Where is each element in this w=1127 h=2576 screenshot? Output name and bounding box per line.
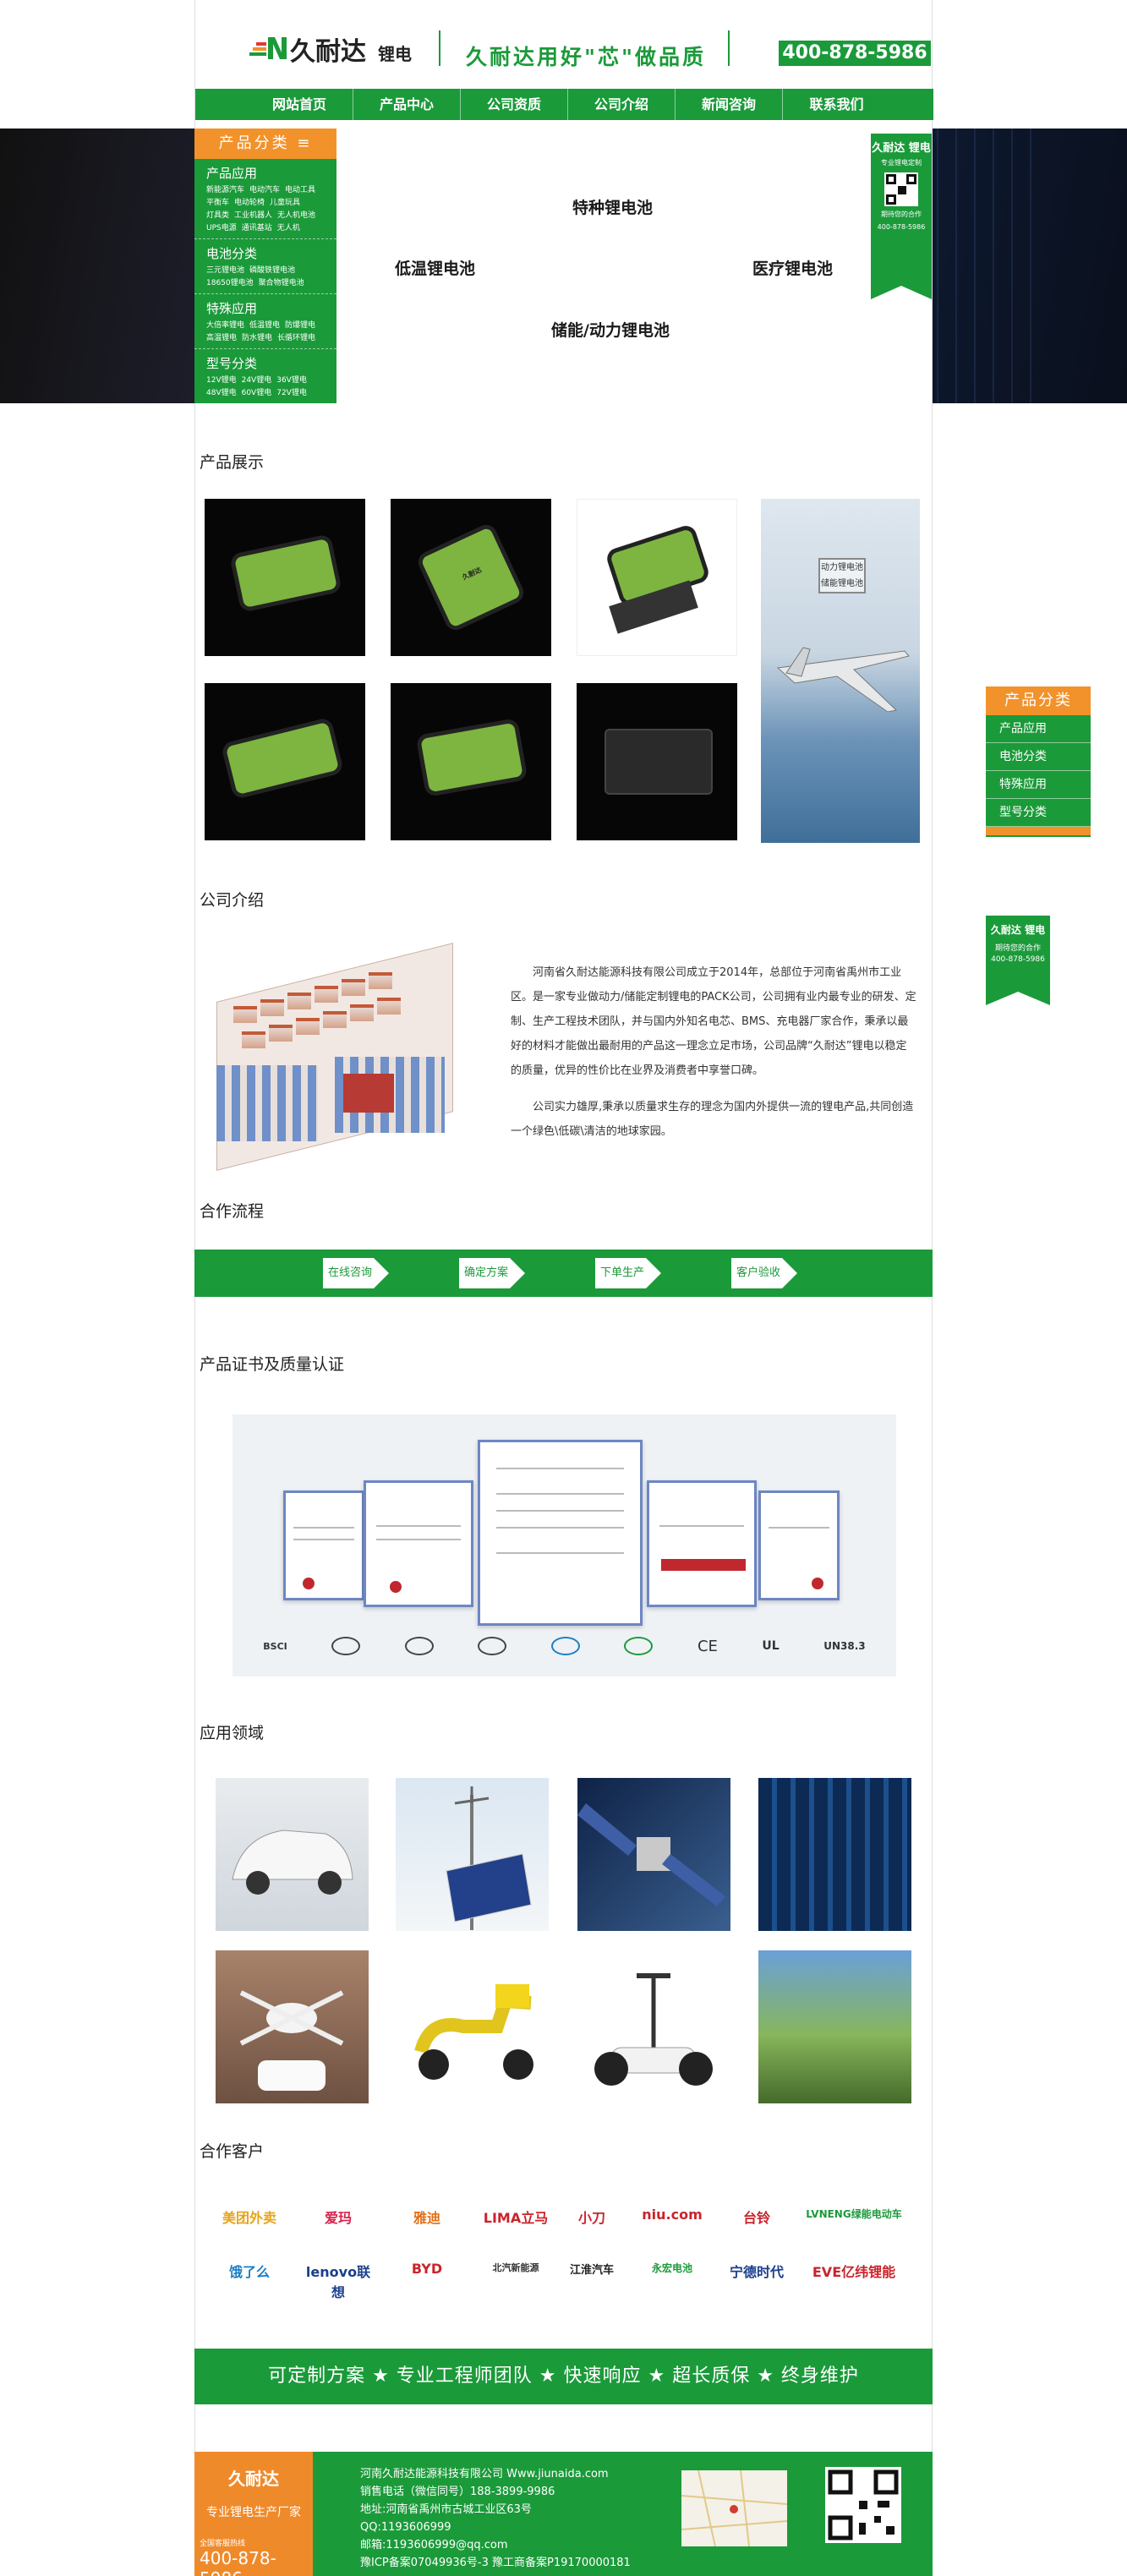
footer-email[interactable]: 邮箱:1193606999@qq.com [360,2536,631,2554]
company-description: 河南省久耐达能源科技有限公司成立于2014年，总部位于河南省禹州市工业区。是一家… [511,960,916,1144]
partner-logo: 雅迪 [413,2210,440,2226]
section-title-process: 合作流程 [200,1202,265,1221]
application-image-datacenter [758,1778,911,1931]
cert-logo: CE [697,1637,718,1655]
floating-qr-title: 久耐达 锂电 [990,924,1046,936]
company-paragraph: 河南省久耐达能源科技有限公司成立于2014年，总部位于河南省禹州市工业区。是一家… [511,966,916,1077]
floating-category-item[interactable]: 型号分类 [986,799,1091,827]
floating-category-item[interactable]: 电池分类 [986,743,1091,771]
floating-category-item[interactable]: 特殊应用 [986,771,1091,799]
certificate-gallery: BSCI CE UL UN38.3 [233,1414,896,1676]
cert-seal-icon [550,1637,580,1655]
floating-category-footer [986,827,1091,835]
features-banner: 可定制方案 ★ 专业工程师团队 ★ 快速响应 ★ 超长质保 ★ 终身维护 [194,2349,933,2404]
cert-seal-icon [331,1637,361,1655]
site-footer: 久耐达 专业锂电生产厂家 全国客服热线 400-878-5986 河南久耐达能源… [194,2452,933,2576]
footer-qr-code-icon [825,2467,901,2543]
cert-seal-icon [624,1637,654,1655]
footer-hotline-label: 全国客服热线 [200,2540,246,2548]
process-step[interactable]: 确定方案 [459,1258,525,1288]
partner-logo: LIMA立马 [483,2210,549,2226]
footer-contact-info: 河南久耐达能源科技有限公司 Www.jiunaida.com 销售电话（微信同号… [360,2465,631,2572]
partner-logo: EVE亿纬锂能 [812,2264,896,2280]
section-title-certs: 产品证书及质量认证 [200,1355,345,1374]
partner-logo: 江淮汽车 [569,2264,614,2277]
application-image-scooter [396,1950,549,2103]
process-step[interactable]: 客户验收 [731,1258,797,1288]
certificate-image [364,1480,473,1607]
partner-logo: 爱玛 [324,2210,352,2226]
bms-board [343,1074,394,1113]
footer-hotline[interactable]: 400-878-5986 [200,2548,313,2576]
certificate-image [647,1480,757,1607]
application-image-solar [396,1778,549,1931]
floating-category-item[interactable]: 产品应用 [986,715,1091,743]
cert-logo: UL [762,1639,780,1653]
cert-seal-icon [478,1637,507,1655]
content-column-lower: 河南省久耐达能源科技有限公司成立于2014年，总部位于河南省禹州市工业区。是一家… [194,0,933,2576]
floating-category-menu: 产品分类 产品应用 电池分类 特殊应用 型号分类 [986,686,1091,837]
footer-logo: 久耐达 [228,2469,279,2489]
partner-logo: niu.com [642,2207,703,2223]
partner-logo: 北汽新能源 [492,2262,539,2273]
application-image-car [216,1778,369,1931]
process-bar: 在线咨询 确定方案 下单生产 客户验收 [194,1250,933,1297]
cert-logo: BSCI [263,1640,287,1652]
partner-logo: 美团外卖 [222,2210,276,2226]
partner-logo: lenovo联想 [305,2264,371,2300]
partner-logo: 永宏电池 [651,2262,692,2274]
partner-logo: LVNENG绿能电动车 [806,2208,902,2220]
floating-qr-text: 期待您的合作 [994,944,1041,953]
partner-logo: 台铃 [742,2210,770,2226]
floating-qr[interactable]: 久耐达 锂电 期待您的合作 400-878-5986 [986,916,1050,1005]
certificate-image [478,1440,643,1626]
certificate-image [758,1490,840,1600]
partner-logo: 小刀 [577,2210,605,2226]
certification-logos: BSCI CE UL UN38.3 [241,1637,888,1655]
process-step[interactable]: 在线咨询 [323,1258,389,1288]
floating-qr-phone: 400-878-5986 [991,955,1045,964]
application-image-solar-farm [758,1950,911,2103]
cert-seal-icon [404,1637,434,1655]
footer-qq: QQ:1193606999 [360,2521,451,2534]
footer-company: 河南久耐达能源科技有限公司 Www.jiunaida.com [360,2468,609,2480]
footer-address: 地址:河南省禹州市古城工业区63号 [360,2503,532,2516]
partner-logo: 宁德时代 [729,2264,784,2280]
certificate-image [283,1490,364,1600]
footer-tagline: 专业锂电生产厂家 [206,2506,301,2519]
application-image-drone [216,1950,369,2103]
footer-sales-phone: 销售电话（微信同号）188-3899-9986 [360,2486,555,2498]
partner-logo: BYD [411,2261,443,2277]
section-title-applications: 应用领域 [200,1724,265,1742]
cert-logo: UN38.3 [823,1640,866,1652]
partner-logo: 饿了么 [228,2264,270,2280]
footer-map-image[interactable] [681,2469,788,2547]
company-battery-image [208,943,458,1171]
section-title-partners: 合作客户 [200,2142,265,2161]
application-image-balance-scooter [577,1950,730,2103]
floating-category-title: 产品分类 [986,686,1091,715]
process-step[interactable]: 下单生产 [595,1258,661,1288]
footer-icp[interactable]: 豫ICP备案07049936号-3 豫工商备案P19170000181 [360,2554,631,2572]
application-image-satellite [577,1778,730,1931]
footer-brand-block: 久耐达 专业锂电生产厂家 全国客服热线 400-878-5986 [194,2452,313,2576]
company-paragraph: 公司实力雄厚,秉承以质量求生存的理念为国内外提供一流的锂电产品,共同创造一个绿色… [511,1101,914,1138]
